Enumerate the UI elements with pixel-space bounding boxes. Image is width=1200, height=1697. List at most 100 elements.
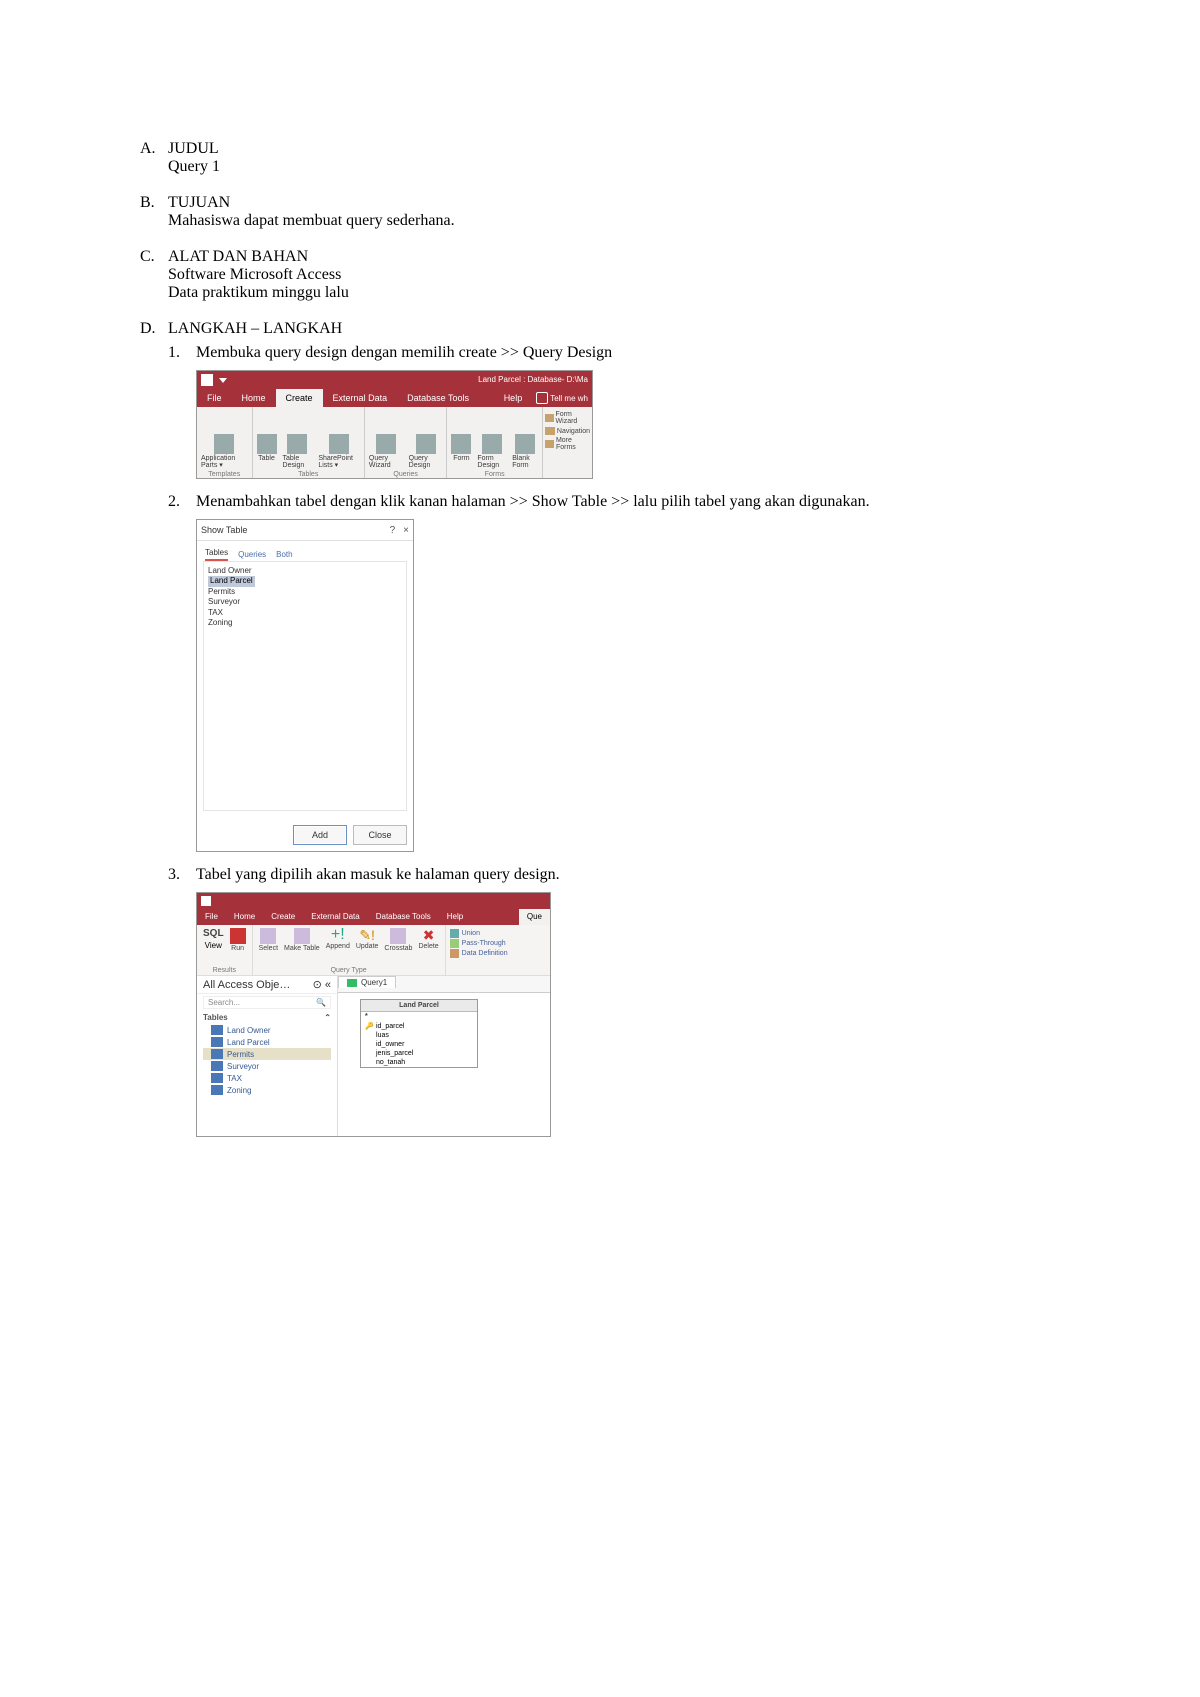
more-forms-button[interactable]: More Forms — [545, 437, 590, 451]
delete-button[interactable]: ✖Delete — [418, 928, 438, 950]
delete-icon: ✖ — [423, 928, 435, 942]
section-letter: B. — [140, 194, 168, 212]
help-icon[interactable]: ? — [390, 525, 396, 536]
update-icon: ✎! — [359, 928, 375, 942]
table-icon — [211, 1025, 223, 1035]
section-title: JUDUL — [168, 140, 219, 158]
append-icon: +! — [331, 928, 345, 942]
query-wizard-button[interactable]: Query Wizard — [369, 434, 403, 469]
pass-through-button[interactable]: Pass-Through — [450, 939, 508, 948]
screenshot-create-ribbon: Land Parcel : Database- D:\Ma File Home … — [197, 371, 592, 478]
nav-item-zoning[interactable]: Zoning — [203, 1084, 331, 1096]
sharepoint-lists-button[interactable]: SharePoint Lists ▾ — [318, 434, 360, 469]
tab-home[interactable]: Home — [226, 909, 263, 925]
close-button[interactable]: Close — [353, 825, 407, 845]
list-item[interactable]: Permits — [208, 587, 402, 597]
tab-create[interactable]: Create — [263, 909, 303, 925]
nav-group-header[interactable]: Tables⌃ — [203, 1011, 331, 1024]
table-icon — [211, 1037, 223, 1047]
tab-external-data[interactable]: External Data — [303, 909, 367, 925]
search-input[interactable]: Search... 🔍 — [203, 996, 331, 1009]
step-text: Tabel yang dipilih akan masuk ke halaman… — [196, 866, 1060, 884]
nav-item-permits[interactable]: Permits — [203, 1048, 331, 1060]
tell-me-search[interactable]: Tell me wh — [532, 389, 592, 407]
field-row[interactable]: id_owner — [361, 1040, 477, 1049]
field-row[interactable]: no_tanah — [361, 1058, 477, 1067]
crosstab-button[interactable]: Crosstab — [384, 928, 412, 952]
application-parts-button[interactable]: Application Parts ▾ — [201, 434, 248, 469]
tab-both[interactable]: Both — [276, 550, 292, 561]
group-label: Tables — [298, 471, 318, 478]
append-button[interactable]: +!Append — [326, 928, 350, 950]
document-tab-query1[interactable]: Query1 — [338, 976, 396, 988]
make-table-button[interactable]: Make Table — [284, 928, 320, 952]
table-title: Land Parcel — [361, 1000, 477, 1012]
tab-home[interactable]: Home — [232, 389, 276, 407]
list-item[interactable]: Land Owner — [208, 566, 402, 576]
list-item[interactable]: TAX — [208, 608, 402, 618]
group-label: Templates — [208, 471, 240, 478]
form-wizard-button[interactable]: Form Wizard — [545, 411, 590, 425]
tab-design[interactable]: Que — [519, 909, 550, 925]
nav-item-land-parcel[interactable]: Land Parcel — [203, 1036, 331, 1048]
group-label: Forms — [485, 471, 505, 478]
field-row[interactable]: 🔑id_parcel — [361, 1021, 477, 1031]
crosstab-icon — [390, 928, 406, 944]
list-item[interactable]: Land Parcel — [208, 576, 402, 586]
run-button[interactable]: Run — [230, 928, 246, 952]
list-item[interactable]: Zoning — [208, 618, 402, 628]
query-design-button[interactable]: Query Design — [409, 434, 443, 469]
query-design-icon — [416, 434, 436, 454]
tab-file[interactable]: File — [197, 909, 226, 925]
navigation-icon — [545, 427, 555, 435]
form-icon — [451, 434, 471, 454]
tab-tables[interactable]: Tables — [205, 548, 228, 561]
run-icon — [230, 928, 246, 944]
tab-help[interactable]: Help — [439, 909, 471, 925]
select-query-button[interactable]: Select — [259, 928, 278, 952]
tab-database-tools[interactable]: Database Tools — [368, 909, 439, 925]
table-button[interactable]: Table — [257, 434, 277, 469]
update-button[interactable]: ✎!Update — [356, 928, 379, 950]
blank-form-icon — [515, 434, 535, 454]
tab-queries[interactable]: Queries — [238, 550, 266, 561]
tab-help[interactable]: Help — [494, 389, 533, 407]
table-land-parcel[interactable]: Land Parcel * 🔑id_parcel luas id_owner j… — [360, 999, 478, 1068]
qat-dropdown-icon[interactable] — [219, 378, 227, 383]
query-wizard-icon — [376, 434, 396, 454]
section-body: Mahasiswa dapat membuat query sederhana. — [168, 212, 1060, 230]
nav-header[interactable]: All Access Obje… — [203, 979, 290, 991]
add-button[interactable]: Add — [293, 825, 347, 845]
form-button[interactable]: Form — [451, 434, 471, 469]
select-icon — [260, 928, 276, 944]
tab-external-data[interactable]: External Data — [323, 389, 398, 407]
close-icon[interactable]: × — [403, 525, 409, 536]
save-icon[interactable] — [201, 374, 213, 386]
field-row[interactable]: luas — [361, 1031, 477, 1040]
table-icon — [211, 1049, 223, 1059]
view-button[interactable]: SQL View — [203, 928, 224, 950]
navigation-button[interactable]: Navigation — [545, 427, 590, 435]
step-text: Membuka query design dengan memilih crea… — [196, 344, 1060, 362]
table-list[interactable]: Land Owner Land Parcel Permits Surveyor … — [203, 561, 407, 811]
nav-item-land-owner[interactable]: Land Owner — [203, 1024, 331, 1036]
application-parts-icon — [214, 434, 234, 454]
tab-database-tools[interactable]: Database Tools — [397, 389, 479, 407]
navigation-pane[interactable]: All Access Obje… ⊙ « Search... 🔍 Tables⌃… — [197, 976, 338, 1136]
list-item[interactable]: Surveyor — [208, 597, 402, 607]
query-design-canvas[interactable]: Land Parcel * 🔑id_parcel luas id_owner j… — [338, 992, 550, 1136]
nav-item-tax[interactable]: TAX — [203, 1072, 331, 1084]
union-button[interactable]: Union — [450, 929, 508, 938]
nav-collapse-icon[interactable]: ⊙ « — [313, 978, 331, 991]
form-design-button[interactable]: Form Design — [477, 434, 506, 469]
tab-create[interactable]: Create — [276, 389, 323, 407]
field-row[interactable]: jenis_parcel — [361, 1049, 477, 1058]
table-design-button[interactable]: Table Design — [283, 434, 313, 469]
nav-item-surveyor[interactable]: Surveyor — [203, 1060, 331, 1072]
data-definition-button[interactable]: Data Definition — [450, 949, 508, 958]
field-row[interactable]: * — [361, 1012, 477, 1021]
blank-form-button[interactable]: Blank Form — [512, 434, 538, 469]
save-icon[interactable] — [201, 896, 211, 906]
tab-file[interactable]: File — [197, 389, 232, 407]
section-letter: C. — [140, 248, 168, 266]
